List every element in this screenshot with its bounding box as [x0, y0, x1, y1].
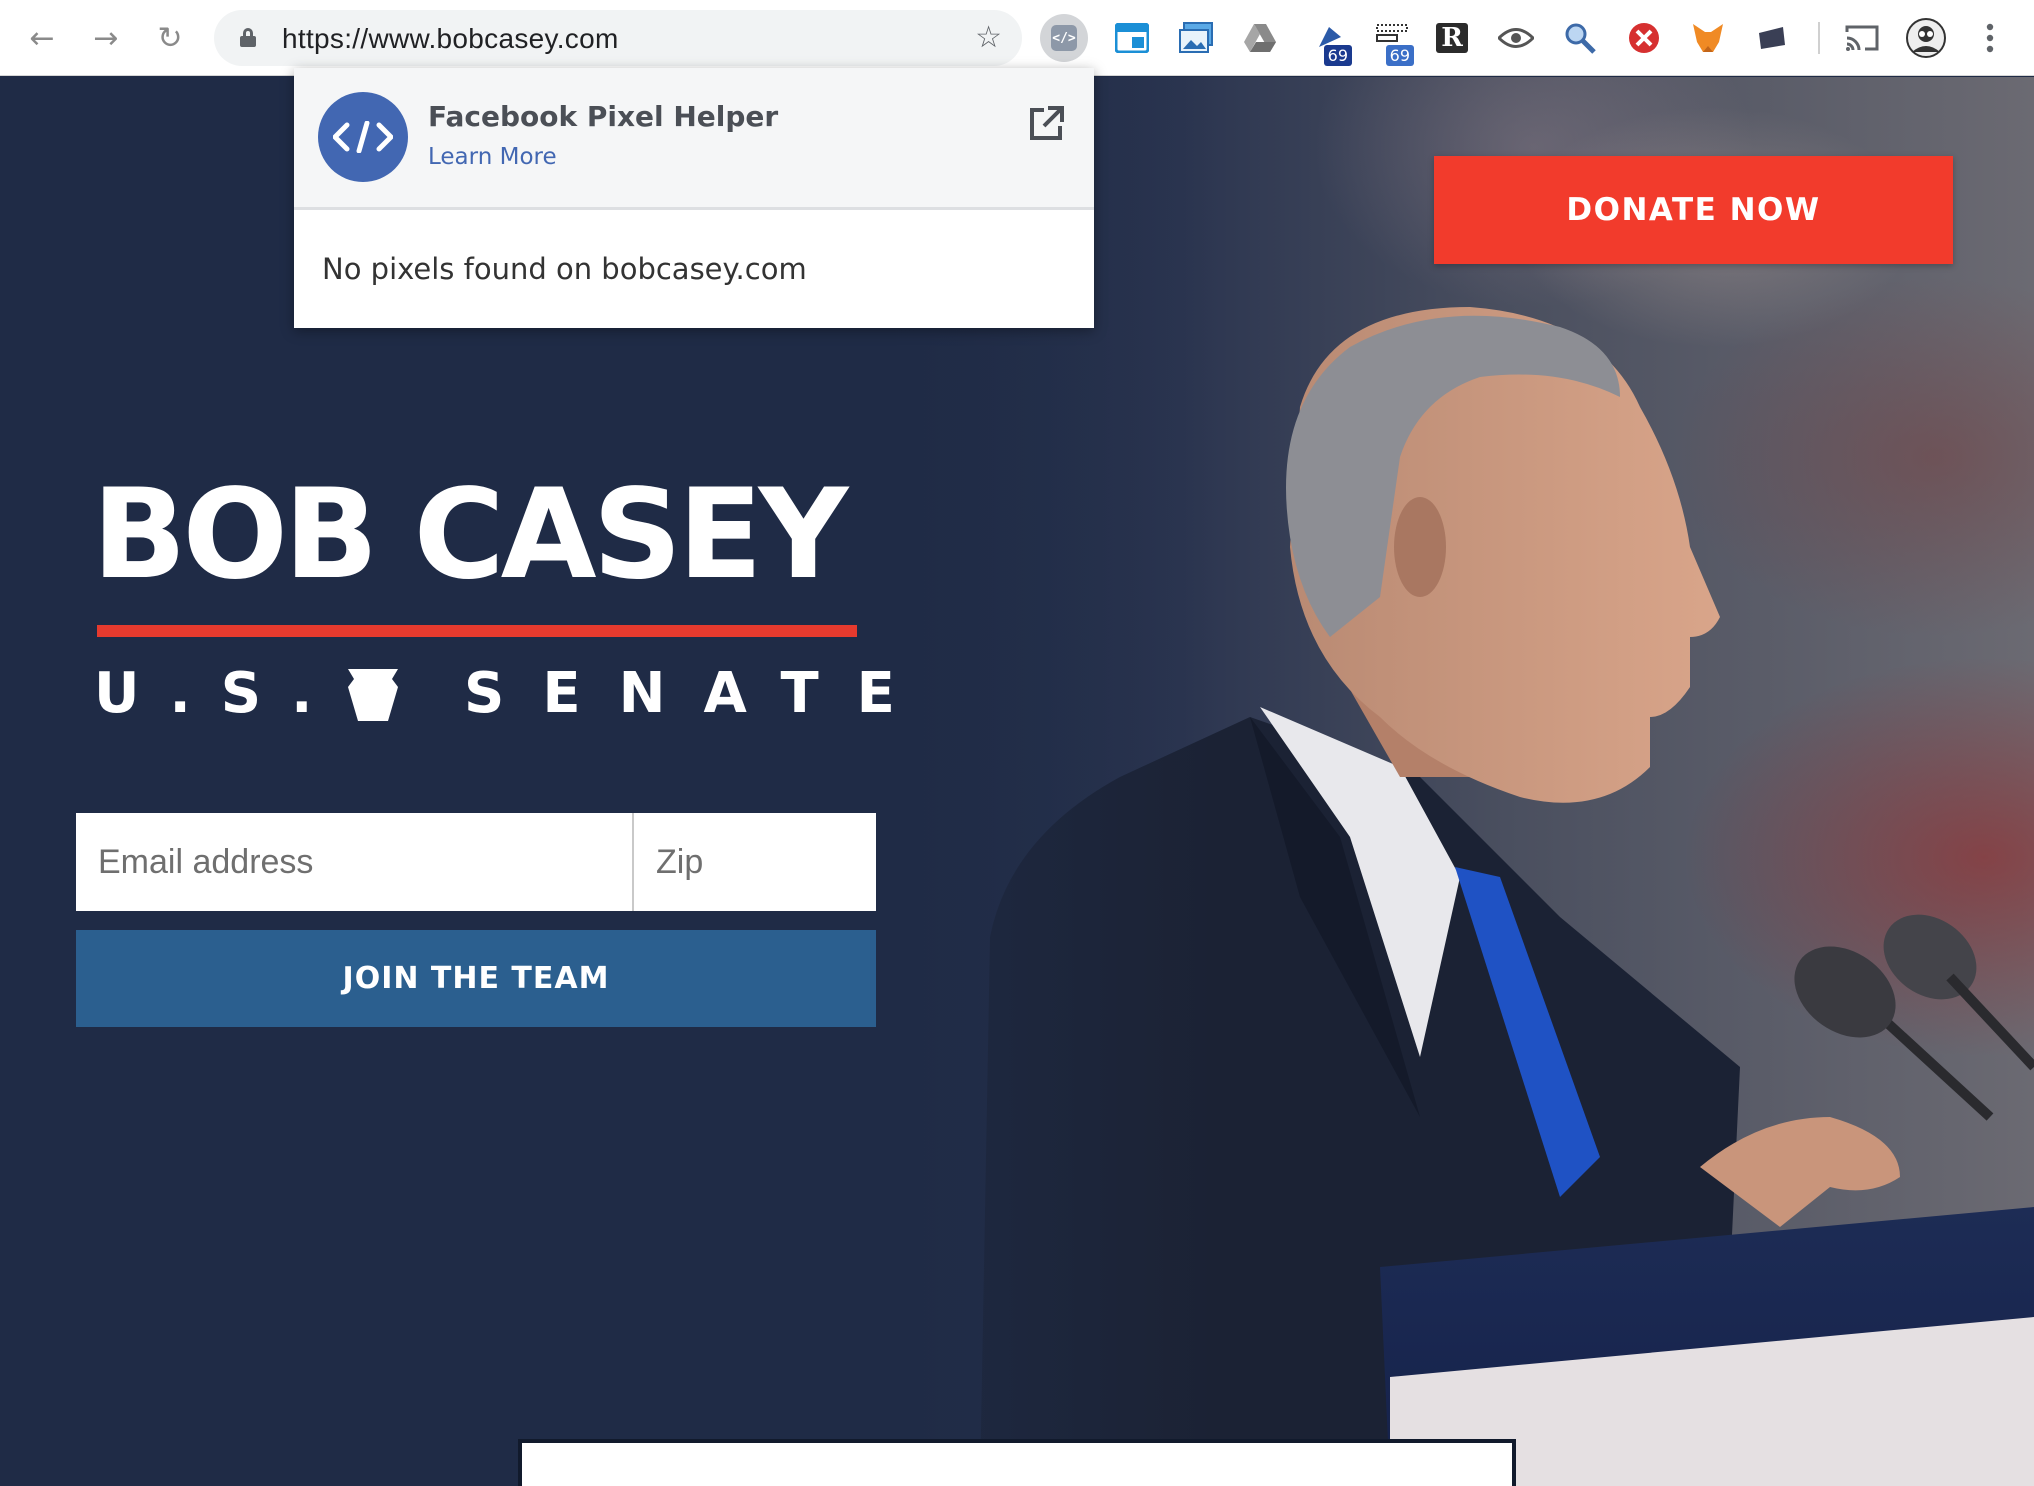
logo-subtitle: U.S. SENATE — [94, 661, 895, 731]
back-button[interactable]: ← — [20, 16, 64, 60]
window-extension-icon[interactable] — [1108, 14, 1156, 62]
toolbar-divider — [1818, 22, 1820, 54]
logo-senate-text: SENATE — [464, 661, 933, 726]
back-arrow-icon: ← — [29, 20, 55, 56]
search-extension-icon[interactable] — [1556, 14, 1604, 62]
browser-toolbar: ← → ↻ https://www.bobcasey.com ☆ </> 69 … — [0, 0, 2034, 76]
generic-extension-icon[interactable] — [1748, 14, 1796, 62]
popup-status-message: No pixels found on bobcasey.com — [322, 252, 807, 286]
facebook-pixel-helper-extension[interactable]: </> — [1040, 14, 1088, 62]
extension-badge-count: 69 — [1385, 45, 1414, 66]
readability-icon[interactable]: R — [1428, 14, 1476, 62]
extension-badge-icon[interactable]: 69 — [1306, 14, 1354, 66]
eye-icon[interactable] — [1492, 14, 1540, 62]
popup-header: Facebook Pixel Helper Learn More — [294, 68, 1094, 210]
popup-title: Facebook Pixel Helper — [428, 100, 779, 133]
address-bar[interactable]: https://www.bobcasey.com ☆ — [214, 10, 1022, 66]
keystone-icon — [348, 669, 398, 721]
open-external-icon[interactable] — [1026, 104, 1066, 144]
blocker-icon[interactable] — [1620, 14, 1668, 62]
bookmark-star-icon[interactable]: ☆ — [975, 20, 1002, 55]
join-the-team-button[interactable]: JOIN THE TEAM — [76, 930, 876, 1027]
logo-us-text: U.S. — [94, 661, 343, 726]
pixel-helper-logo-icon — [318, 92, 408, 182]
cast-icon[interactable] — [1838, 14, 1886, 62]
metamask-fox-icon[interactable] — [1684, 14, 1732, 62]
learn-more-link[interactable]: Learn More — [428, 144, 557, 170]
menu-dots-icon[interactable] — [1966, 14, 2014, 62]
code-icon: </> — [1051, 25, 1077, 51]
forward-button[interactable]: → — [84, 16, 128, 60]
google-drive-icon[interactable] — [1236, 14, 1284, 62]
zip-input[interactable] — [634, 813, 876, 911]
logo-red-rule — [97, 625, 857, 637]
extension-badge-count: 69 — [1323, 45, 1352, 66]
image-extension-icon[interactable] — [1172, 14, 1220, 62]
lock-icon — [240, 28, 256, 47]
logo-name: BOB CASEY — [92, 463, 848, 607]
reload-button[interactable]: ↻ — [148, 16, 192, 60]
profile-avatar-icon[interactable] — [1902, 14, 1950, 62]
bottom-content-card — [518, 1439, 1516, 1486]
email-address-input[interactable] — [76, 813, 634, 911]
zebra-extension-icon[interactable]: 69 — [1368, 14, 1416, 66]
forward-arrow-icon: → — [93, 20, 119, 56]
reload-icon: ↻ — [157, 20, 183, 56]
facebook-pixel-helper-popup: Facebook Pixel Helper Learn More No pixe… — [294, 68, 1094, 328]
donate-now-button[interactable]: DONATE NOW — [1434, 156, 1953, 264]
url-text[interactable]: https://www.bobcasey.com — [282, 23, 619, 55]
